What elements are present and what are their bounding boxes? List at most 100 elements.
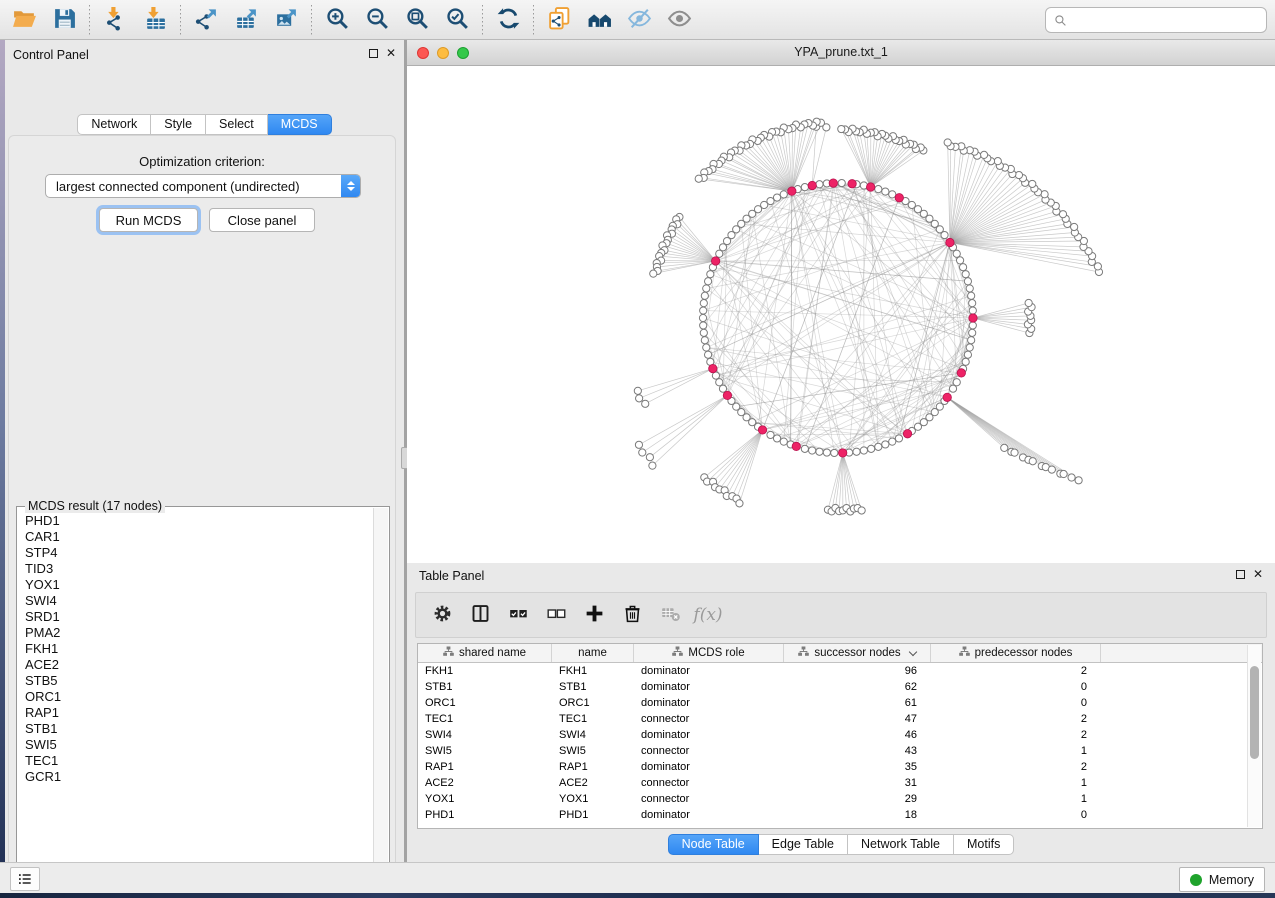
cell-shared-name[interactable]: ORC1 (418, 695, 552, 711)
cell-successor-nodes[interactable]: 62 (784, 679, 931, 695)
task-history-button[interactable] (10, 867, 40, 891)
column-header-name[interactable]: name (552, 644, 634, 662)
column-header-MCDS-role[interactable]: MCDS role (634, 644, 784, 662)
mcds-result-item[interactable]: RAP1 (25, 705, 372, 721)
mcds-result-item[interactable]: SWI4 (25, 593, 372, 609)
mcds-result-item[interactable]: ORC1 (25, 689, 372, 705)
deselect-all-button[interactable] (540, 598, 572, 632)
zoom-in-button[interactable] (317, 3, 357, 37)
save-session-button[interactable] (44, 3, 84, 37)
mcds-result-item[interactable]: TID3 (25, 561, 372, 577)
mcds-result-item[interactable]: STB1 (25, 721, 372, 737)
tab-network[interactable]: Network (77, 114, 151, 135)
cell-predecessor-nodes[interactable]: 2 (931, 711, 1101, 727)
tab-motifs[interactable]: Motifs (954, 834, 1014, 855)
open-session-button[interactable] (4, 3, 44, 37)
cell-shared-name[interactable]: SWI5 (418, 743, 552, 759)
table-settings-button[interactable] (426, 598, 458, 632)
import-table-button[interactable] (135, 3, 175, 37)
cell-successor-nodes[interactable]: 35 (784, 759, 931, 775)
cell-successor-nodes[interactable]: 18 (784, 807, 931, 823)
tab-network-table[interactable]: Network Table (848, 834, 954, 855)
network-canvas[interactable] (407, 66, 1275, 563)
table-scrollbar[interactable] (1247, 645, 1261, 827)
table-row[interactable]: SWI5SWI5connector431 (418, 743, 1262, 759)
cell-successor-nodes[interactable]: 31 (784, 775, 931, 791)
cell-name[interactable]: RAP1 (552, 759, 634, 775)
mcds-result-item[interactable]: YOX1 (25, 577, 372, 593)
mcds-result-item[interactable]: CAR1 (25, 529, 372, 545)
cell-successor-nodes[interactable]: 61 (784, 695, 931, 711)
cell-shared-name[interactable]: FKH1 (418, 663, 552, 679)
tab-mcds[interactable]: MCDS (268, 114, 332, 135)
cell-name[interactable]: YOX1 (552, 791, 634, 807)
mcds-result-item[interactable]: STB5 (25, 673, 372, 689)
table-row[interactable]: RAP1RAP1dominator352 (418, 759, 1262, 775)
mcds-result-item[interactable]: FKH1 (25, 641, 372, 657)
cell-successor-nodes[interactable]: 46 (784, 727, 931, 743)
cell-successor-nodes[interactable]: 96 (784, 663, 931, 679)
cell-MCDS-role[interactable]: connector (634, 791, 784, 807)
cell-name[interactable]: PHD1 (552, 807, 634, 823)
select-all-button[interactable] (502, 598, 534, 632)
cell-successor-nodes[interactable]: 29 (784, 791, 931, 807)
clone-network-button[interactable] (539, 3, 579, 37)
cell-MCDS-role[interactable]: dominator (634, 727, 784, 743)
close-table-panel-icon[interactable]: ✕ (1253, 569, 1263, 579)
mcds-result-list[interactable]: PHD1CAR1STP4TID3YOX1SWI4SRD1PMA2FKH1ACE2… (17, 513, 372, 877)
delete-column-button[interactable] (616, 598, 648, 632)
zoom-out-button[interactable] (357, 3, 397, 37)
cell-shared-name[interactable]: RAP1 (418, 759, 552, 775)
search-input[interactable] (1073, 13, 1258, 27)
export-table-button[interactable] (226, 3, 266, 37)
float-panel-icon[interactable] (369, 49, 378, 58)
first-neighbors-button[interactable] (579, 3, 619, 37)
float-table-panel-icon[interactable] (1236, 570, 1245, 579)
export-network-button[interactable] (186, 3, 226, 37)
cell-MCDS-role[interactable]: dominator (634, 807, 784, 823)
cell-shared-name[interactable]: SWI4 (418, 727, 552, 743)
table-row[interactable]: TEC1TEC1connector472 (418, 711, 1262, 727)
cell-predecessor-nodes[interactable]: 2 (931, 663, 1101, 679)
mcds-result-scrollbar[interactable] (373, 508, 388, 878)
cell-name[interactable]: SWI4 (552, 727, 634, 743)
export-image-button[interactable] (266, 3, 306, 37)
tab-edge-table[interactable]: Edge Table (759, 834, 848, 855)
cell-predecessor-nodes[interactable]: 2 (931, 727, 1101, 743)
cell-name[interactable]: STB1 (552, 679, 634, 695)
run-mcds-button[interactable]: Run MCDS (99, 208, 198, 232)
memory-button[interactable]: Memory (1179, 867, 1265, 892)
add-column-button[interactable] (578, 598, 610, 632)
mcds-result-item[interactable]: ACE2 (25, 657, 372, 673)
cell-shared-name[interactable]: ACE2 (418, 775, 552, 791)
mcds-result-item[interactable]: SRD1 (25, 609, 372, 625)
close-panel-icon[interactable]: ✕ (386, 48, 396, 58)
column-header-predecessor-nodes[interactable]: predecessor nodes (931, 644, 1101, 662)
cell-MCDS-role[interactable]: dominator (634, 695, 784, 711)
mcds-result-item[interactable]: PHD1 (25, 513, 372, 529)
search-box[interactable] (1045, 7, 1267, 33)
cell-MCDS-role[interactable]: dominator (634, 679, 784, 695)
fit-content-button[interactable] (397, 3, 437, 37)
table-row[interactable]: FKH1FKH1dominator962 (418, 663, 1262, 679)
cell-name[interactable]: TEC1 (552, 711, 634, 727)
table-row[interactable]: ACE2ACE2connector311 (418, 775, 1262, 791)
tab-style[interactable]: Style (151, 114, 206, 135)
cell-predecessor-nodes[interactable]: 0 (931, 679, 1101, 695)
cell-predecessor-nodes[interactable]: 0 (931, 695, 1101, 711)
mcds-result-item[interactable]: PMA2 (25, 625, 372, 641)
table-row[interactable]: SWI4SWI4dominator462 (418, 727, 1262, 743)
mcds-result-item[interactable]: TEC1 (25, 753, 372, 769)
cell-shared-name[interactable]: STB1 (418, 679, 552, 695)
table-row[interactable]: YOX1YOX1connector291 (418, 791, 1262, 807)
cell-MCDS-role[interactable]: dominator (634, 759, 784, 775)
cell-predecessor-nodes[interactable]: 2 (931, 759, 1101, 775)
cell-predecessor-nodes[interactable]: 0 (931, 807, 1101, 823)
cell-shared-name[interactable]: TEC1 (418, 711, 552, 727)
close-panel-button[interactable]: Close panel (209, 208, 315, 232)
cell-successor-nodes[interactable]: 47 (784, 711, 931, 727)
cell-predecessor-nodes[interactable]: 1 (931, 791, 1101, 807)
mcds-result-item[interactable]: STP4 (25, 545, 372, 561)
column-header-shared-name[interactable]: shared name (418, 644, 552, 662)
cell-MCDS-role[interactable]: dominator (634, 663, 784, 679)
